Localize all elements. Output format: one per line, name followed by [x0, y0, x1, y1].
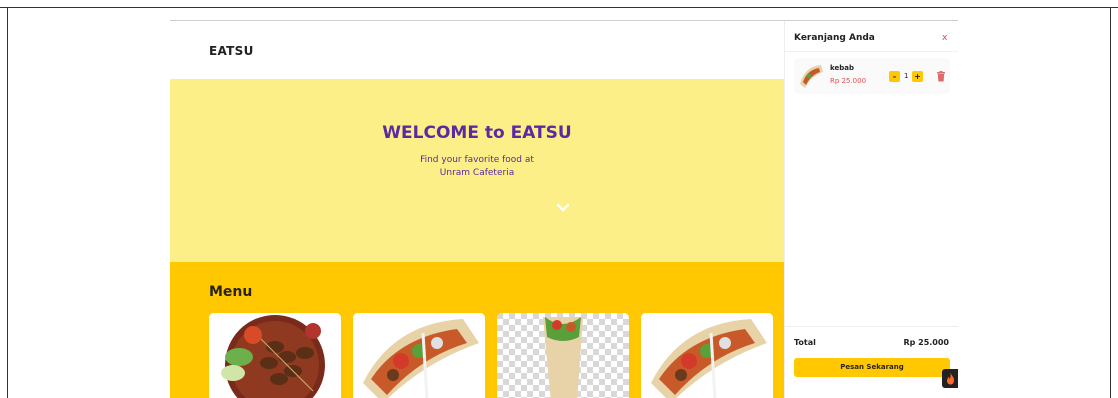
hero-subtitle-line-2: Unram Cafeteria — [439, 168, 515, 178]
cart-item: kebab Rp 25.000 - 1 + — [794, 58, 950, 94]
cart-item-name: kebab — [830, 64, 854, 72]
window-border-left — [7, 7, 8, 398]
total-label: Total — [794, 338, 816, 347]
hero-subtitle: Find your favorite food at Unram Cafeter… — [170, 154, 784, 180]
menu-card[interactable] — [497, 313, 629, 398]
chevron-down-icon[interactable] — [556, 201, 570, 215]
navbar: EATSU — [170, 21, 784, 79]
kebab-thumbnail-image — [797, 62, 825, 90]
page: EATSU WELCOME to EATSU Find your favorit… — [170, 20, 958, 398]
menu-card[interactable] — [641, 313, 773, 398]
cart-title: Keranjang Anda — [794, 33, 875, 43]
cart-item-price: Rp 25.000 — [830, 77, 867, 85]
quantity-increase-button[interactable]: + — [912, 71, 923, 82]
hero-title: WELCOME to EATSU — [382, 123, 572, 143]
hero-section: WELCOME to EATSU Find your favorite food… — [170, 79, 784, 262]
kebab-wrap-transparent-image — [497, 313, 629, 398]
menu-card[interactable] — [353, 313, 485, 398]
window-border-top — [0, 7, 1118, 8]
kebab-wrap-image — [353, 313, 485, 398]
window-border-right — [1110, 7, 1111, 398]
order-now-button[interactable]: Pesan Sekarang — [794, 358, 950, 377]
hero-subtitle-line-1: Find your favorite food at — [420, 155, 534, 165]
fire-icon — [947, 373, 954, 385]
menu-section: Menu — [170, 262, 784, 398]
kebab-wrap-image — [641, 313, 773, 398]
quantity-value: 1 — [904, 72, 909, 80]
total-value: Rp 25.000 — [903, 338, 949, 347]
quantity-decrease-button[interactable]: - — [889, 71, 900, 82]
trash-icon[interactable] — [936, 71, 946, 82]
menu-card[interactable] — [209, 313, 341, 398]
cart-divider — [785, 51, 958, 52]
cart-footer-divider — [785, 326, 958, 327]
menu-title: Menu — [209, 284, 253, 300]
cart-panel: Keranjang Anda x kebab Rp 25.000 - 1 + T… — [784, 21, 958, 398]
cart-close-button[interactable]: x — [942, 33, 947, 43]
brand-logo[interactable]: EATSU — [209, 44, 254, 58]
satay-plate-image — [209, 313, 341, 398]
fire-badge[interactable] — [942, 369, 958, 388]
